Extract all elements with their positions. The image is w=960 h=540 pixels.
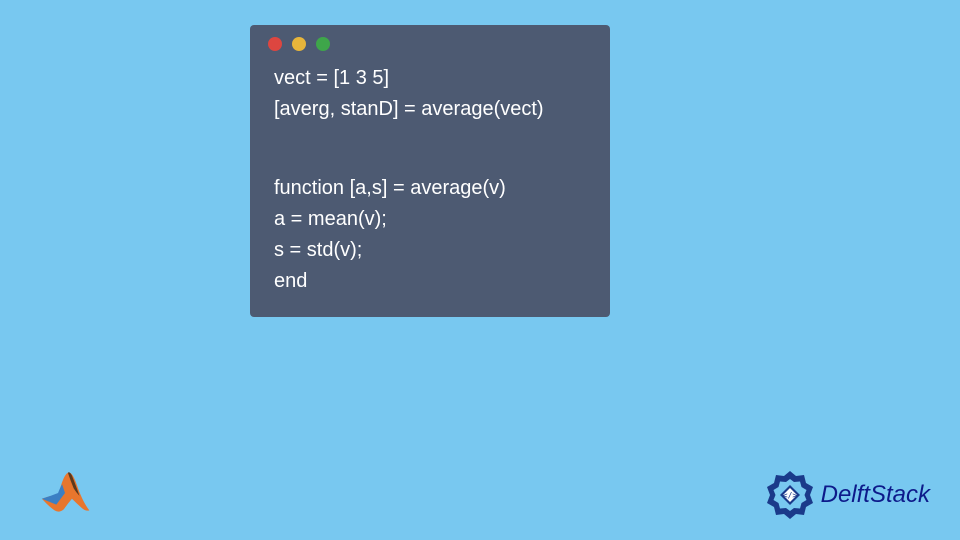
code-window: vect = [1 3 5] [averg, stanD] = average(…	[250, 25, 610, 317]
code-line: a = mean(v);	[274, 204, 586, 235]
maximize-icon	[316, 37, 330, 51]
delftstack-label: DelftStack	[821, 481, 930, 509]
code-blank	[274, 125, 586, 173]
svg-text:</>: </>	[782, 491, 797, 500]
delftstack-brand: </> DelftStack	[765, 470, 930, 520]
matlab-logo-icon	[36, 464, 94, 522]
code-line: [averg, stanD] = average(vect)	[274, 94, 586, 125]
code-body: vect = [1 3 5] [averg, stanD] = average(…	[250, 63, 610, 297]
code-line: end	[274, 266, 586, 297]
close-icon	[268, 37, 282, 51]
window-titlebar	[250, 25, 610, 63]
minimize-icon	[292, 37, 306, 51]
code-line: function [a,s] = average(v)	[274, 173, 586, 204]
code-line: s = std(v);	[274, 235, 586, 266]
delftstack-emblem-icon: </>	[765, 470, 815, 520]
code-line: vect = [1 3 5]	[274, 63, 586, 94]
